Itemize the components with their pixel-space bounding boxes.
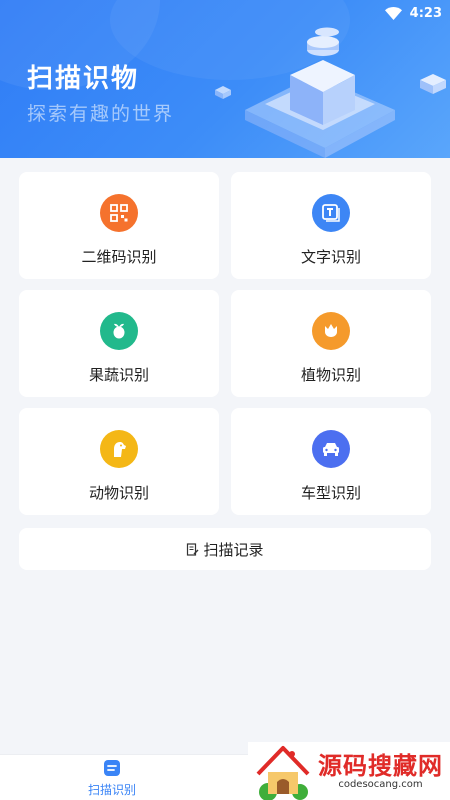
hero-subtitle: 探索有趣的世界 bbox=[27, 103, 175, 125]
car-icon bbox=[312, 430, 350, 468]
text-icon bbox=[312, 194, 350, 232]
watermark-text-group: 源码搜藏网 codesocang.com bbox=[318, 753, 443, 790]
tab-label: 扫描识别 bbox=[87, 783, 136, 797]
card-label: 二维码识别 bbox=[81, 248, 157, 266]
hero-illustration-icon bbox=[215, 27, 446, 158]
scan-record-button[interactable]: 扫描记录 bbox=[19, 528, 431, 570]
card-qrcode-recognition[interactable]: 二维码识别 bbox=[19, 172, 219, 279]
tab-scan-recognition[interactable]: 扫描识别 bbox=[62, 759, 162, 799]
card-label: 植物识别 bbox=[300, 366, 361, 384]
watermark-url: codesocang.com bbox=[338, 778, 423, 790]
dog-icon bbox=[100, 430, 138, 468]
card-plant-recognition[interactable]: 植物识别 bbox=[231, 290, 431, 397]
hero-banner: 4:23 扫描识物 探索有趣的世界 bbox=[0, 0, 450, 158]
card-label: 动物识别 bbox=[88, 484, 149, 502]
card-animal-recognition[interactable]: 动物识别 bbox=[19, 408, 219, 515]
vegetable-icon bbox=[100, 312, 138, 350]
wifi-icon bbox=[384, 6, 402, 20]
scan-tab-icon bbox=[104, 760, 120, 776]
flower-icon bbox=[312, 312, 350, 350]
watermark-title: 源码搜藏网 bbox=[318, 751, 443, 780]
watermark-logo: 源码搜藏网 codesocang.com bbox=[248, 742, 450, 800]
card-car-recognition[interactable]: 车型识别 bbox=[231, 408, 431, 515]
hero-title: 扫描识物 bbox=[27, 64, 140, 94]
status-time: 4:23 bbox=[409, 5, 442, 21]
card-label: 文字识别 bbox=[300, 248, 361, 266]
house-logo-icon bbox=[256, 746, 310, 800]
card-vegetable-recognition[interactable]: 果蔬识别 bbox=[19, 290, 219, 397]
record-icon bbox=[187, 542, 199, 556]
qrcode-icon bbox=[100, 194, 138, 232]
card-label: 果蔬识别 bbox=[88, 366, 149, 384]
card-label: 车型识别 bbox=[300, 484, 361, 502]
scan-record-label: 扫描记录 bbox=[203, 540, 264, 559]
card-text-recognition[interactable]: 文字识别 bbox=[231, 172, 431, 279]
